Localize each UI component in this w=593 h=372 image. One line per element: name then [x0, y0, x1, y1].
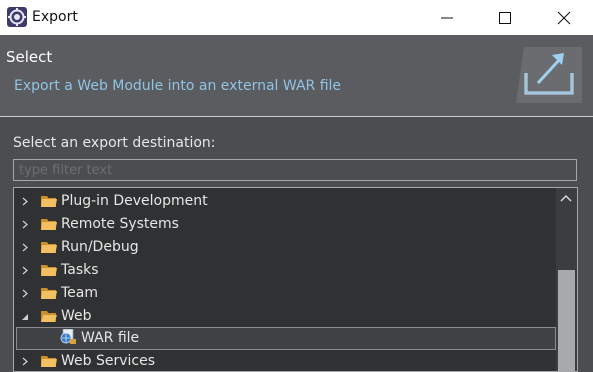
tree-item-war-file[interactable]: WAR file: [16, 327, 556, 350]
chevron-right-icon[interactable]: [22, 266, 28, 275]
tree-item-label: Plug-in Development: [61, 193, 208, 209]
folder-icon: [41, 196, 57, 207]
minimize-button[interactable]: [418, 0, 476, 35]
tree-item-label: WAR file: [81, 330, 140, 346]
tree-item-label: Team: [61, 285, 99, 301]
tree-item-tasks[interactable]: Tasks: [14, 259, 556, 282]
tree-item-label: Tasks: [61, 262, 99, 278]
export-wizard-icon: [516, 47, 582, 103]
tree-item-web[interactable]: Web: [14, 305, 556, 328]
window-title: Export: [32, 9, 78, 25]
chevron-right-icon[interactable]: [22, 197, 28, 206]
eclipse-app-icon: [7, 7, 27, 27]
chevron-right-icon[interactable]: [22, 220, 28, 229]
scroll-up-arrow-icon[interactable]: [560, 194, 572, 202]
minimize-icon: [441, 17, 453, 19]
scrollbar-thumb[interactable]: [558, 270, 575, 371]
close-button[interactable]: [535, 0, 593, 35]
tree-item-web-services[interactable]: Web Services: [14, 350, 556, 371]
wizard-header: Select Export a Web Module into an exter…: [0, 35, 593, 116]
tree-item-label: Web Services: [61, 353, 156, 369]
maximize-icon: [499, 12, 511, 24]
chevron-right-icon[interactable]: [22, 243, 28, 252]
tree-item-remote-systems[interactable]: Remote Systems: [14, 213, 556, 236]
folder-icon: [41, 219, 57, 230]
tree-item-label: Run/Debug: [61, 239, 139, 255]
tree-item-run-debug[interactable]: Run/Debug: [14, 236, 556, 259]
folder-open-icon: [41, 311, 57, 322]
chevron-right-icon[interactable]: [22, 289, 28, 298]
tree-item-label: Web: [61, 308, 92, 324]
tree-item-label: Remote Systems: [61, 216, 179, 232]
filter-input[interactable]: [13, 159, 577, 181]
war-file-icon: [60, 329, 76, 344]
export-destination-label: Select an export destination:: [13, 135, 216, 151]
folder-icon: [41, 265, 57, 276]
tree-item-plug-in-development[interactable]: Plug-in Development: [14, 190, 556, 213]
page-description: Export a Web Module into an external WAR…: [14, 78, 342, 94]
destination-tree[interactable]: Plug-in Development Remote Systems Run/D…: [13, 187, 578, 372]
folder-icon: [41, 356, 57, 367]
tree-item-team[interactable]: Team: [14, 282, 556, 305]
header-separator: [0, 116, 593, 117]
maximize-button[interactable]: [476, 0, 534, 35]
title-bar: Export: [0, 0, 593, 35]
close-icon: [557, 11, 571, 25]
chevron-right-icon[interactable]: [22, 357, 28, 366]
page-title: Select: [6, 48, 53, 66]
folder-icon: [41, 288, 57, 299]
tree-scrollbar[interactable]: [556, 188, 577, 371]
folder-icon: [41, 242, 57, 253]
chevron-expanded-icon[interactable]: [21, 313, 29, 321]
